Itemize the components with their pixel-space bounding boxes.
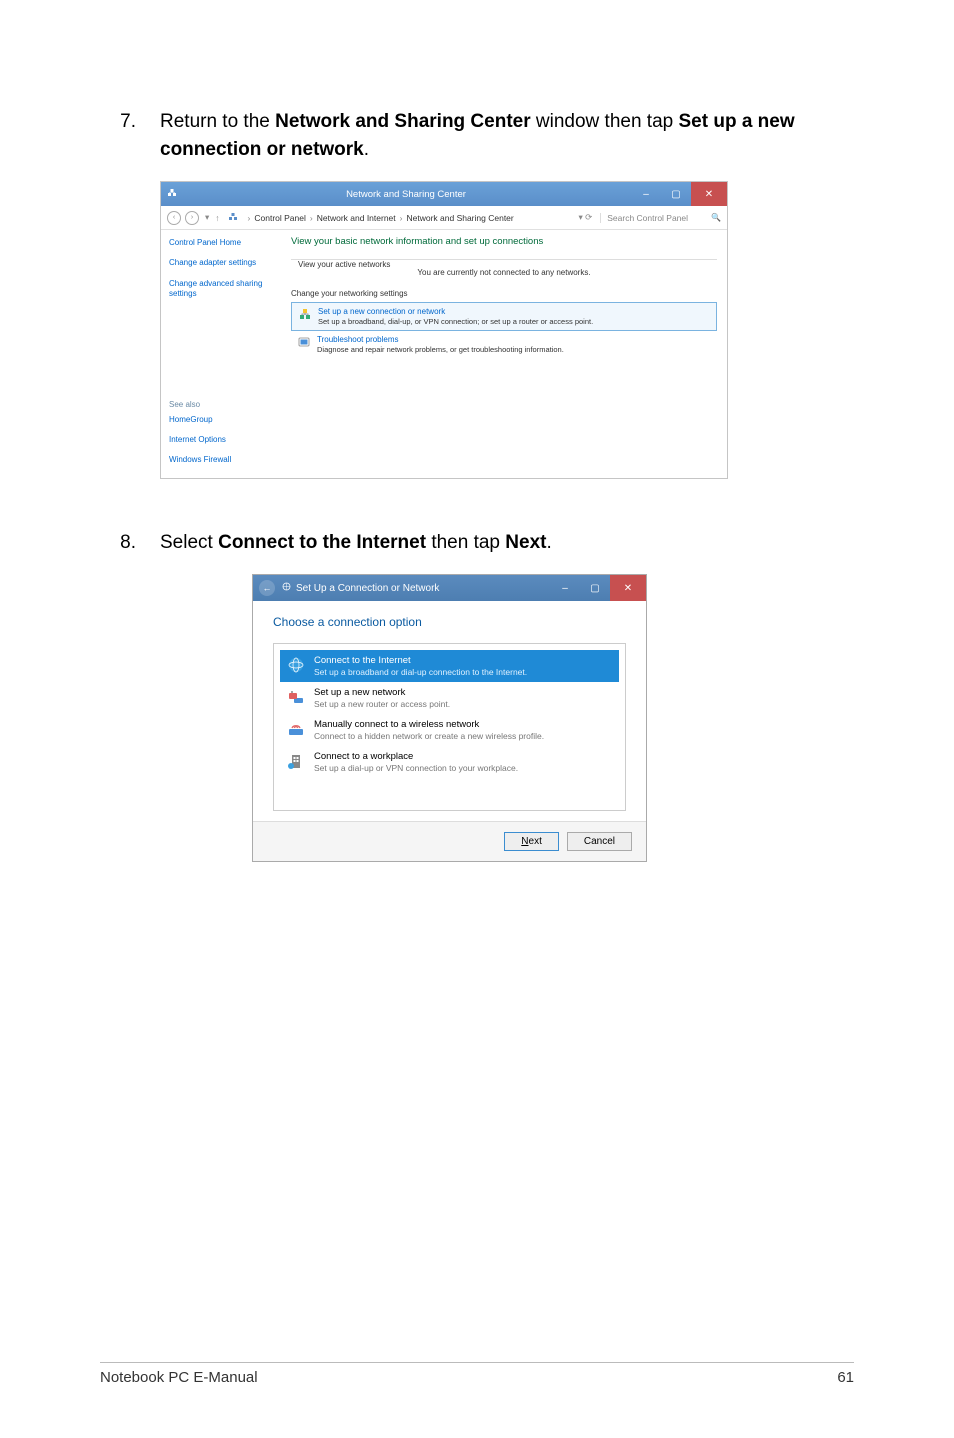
minimize-button[interactable]: – <box>631 182 661 206</box>
option-workplace[interactable]: Connect to a workplace Set up a dial-up … <box>280 746 619 778</box>
option-connect-internet-desc: Set up a broadband or dial-up connection… <box>314 667 527 677</box>
dialog-back-button[interactable]: ← <box>259 580 275 596</box>
footer-title: Notebook PC E-Manual <box>100 1369 258 1386</box>
step-8: 8. Select Connect to the Internet then t… <box>100 529 854 557</box>
router-icon <box>286 687 306 707</box>
window-buttons: – ▢ ✕ <box>631 182 727 206</box>
option-connect-internet-title: Connect to the Internet <box>314 655 527 666</box>
windows-firewall-link[interactable]: Windows Firewall <box>169 455 273 465</box>
breadcrumb-network-internet[interactable]: Network and Internet <box>317 213 396 223</box>
search-placeholder: Search Control Panel <box>607 213 688 223</box>
network-sharing-center-window: Network and Sharing Center – ▢ ✕ ‹ › ▾ ↑… <box>160 181 728 479</box>
up-button[interactable]: ↑ <box>215 213 219 223</box>
dialog-footer: Next Cancel <box>253 821 646 861</box>
option-new-network[interactable]: Set up a new network Set up a new router… <box>280 682 619 714</box>
page-footer: Notebook PC E-Manual 61 <box>100 1362 854 1386</box>
option-manual-wireless-desc: Connect to a hidden network or create a … <box>314 731 544 741</box>
control-panel-home-link[interactable]: Control Panel Home <box>169 238 273 248</box>
search-box[interactable]: Search Control Panel 🔍 <box>600 213 721 223</box>
dialog-close-button[interactable]: ✕ <box>610 575 646 601</box>
option-new-network-desc: Set up a new router or access point. <box>314 699 450 709</box>
building-icon <box>286 751 306 771</box>
refresh-icon[interactable]: ▾ ⟳ <box>574 212 596 223</box>
troubleshoot-title: Troubleshoot problems <box>317 335 564 344</box>
wireless-icon <box>286 719 306 739</box>
globe-icon <box>286 655 306 675</box>
homegroup-link[interactable]: HomeGroup <box>169 415 273 425</box>
recent-dropdown-icon[interactable]: ▾ <box>203 212 211 223</box>
troubleshoot-action[interactable]: Troubleshoot problems Diagnose and repai… <box>291 331 717 358</box>
search-icon: 🔍 <box>691 213 721 222</box>
setup-connection-icon <box>298 307 312 321</box>
dialog-minimize-button[interactable]: – <box>550 575 580 601</box>
option-connect-internet[interactable]: Connect to the Internet Set up a broadba… <box>280 650 619 682</box>
see-also-label: See also <box>169 400 273 409</box>
dialog-heading: Choose a connection option <box>273 615 626 629</box>
step-7-number: 7. <box>100 108 136 163</box>
internet-options-link[interactable]: Internet Options <box>169 435 273 445</box>
setup-connection-action[interactable]: Set up a new connection or network Set u… <box>291 302 717 331</box>
connection-options-list: Connect to the Internet Set up a broadba… <box>273 643 626 811</box>
troubleshoot-desc: Diagnose and repair network problems, or… <box>317 345 564 354</box>
setup-connection-desc: Set up a broadband, dial-up, or VPN conn… <box>318 317 593 326</box>
option-workplace-title: Connect to a workplace <box>314 751 518 762</box>
window-titlebar: Network and Sharing Center – ▢ ✕ <box>161 182 727 206</box>
step-7: 7. Return to the Network and Sharing Cen… <box>100 108 854 163</box>
setup-connection-dialog: ← Set Up a Connection or Network – ▢ ✕ C… <box>252 574 647 862</box>
next-button[interactable]: Next <box>504 832 559 851</box>
troubleshoot-icon <box>297 335 311 349</box>
step-8-number: 8. <box>100 529 136 557</box>
breadcrumb-network-sharing[interactable]: Network and Sharing Center <box>406 213 513 223</box>
window-title: Network and Sharing Center <box>181 189 631 200</box>
address-bar: ‹ › ▾ ↑ › Control Panel › Network and In… <box>161 206 727 230</box>
dialog-maximize-button[interactable]: ▢ <box>580 575 610 601</box>
back-button[interactable]: ‹ <box>167 211 181 225</box>
change-adapter-link[interactable]: Change adapter settings <box>169 258 273 268</box>
dialog-title: Set Up a Connection or Network <box>292 583 439 594</box>
option-manual-wireless[interactable]: Manually connect to a wireless network C… <box>280 714 619 746</box>
step-8-text: Select Connect to the Internet then tap … <box>160 529 854 557</box>
breadcrumb-control-panel[interactable]: Control Panel <box>254 213 306 223</box>
close-button[interactable]: ✕ <box>691 182 727 206</box>
breadcrumb[interactable]: › Control Panel › Network and Internet ›… <box>242 213 571 223</box>
maximize-button[interactable]: ▢ <box>661 182 691 206</box>
network-icon <box>167 188 177 201</box>
active-networks-label: View your active networks <box>295 260 393 269</box>
main-heading: View your basic network information and … <box>291 236 717 247</box>
option-manual-wireless-title: Manually connect to a wireless network <box>314 719 544 730</box>
not-connected-text: You are currently not connected to any n… <box>417 268 590 277</box>
step-7-text: Return to the Network and Sharing Center… <box>160 108 854 163</box>
change-advanced-sharing-link[interactable]: Change advanced sharing settings <box>169 279 273 300</box>
cancel-button[interactable]: Cancel <box>567 832 632 851</box>
forward-button[interactable]: › <box>185 211 199 225</box>
page-number: 61 <box>837 1369 854 1386</box>
option-new-network-title: Set up a new network <box>314 687 450 698</box>
dialog-title-icon <box>281 581 292 595</box>
setup-connection-title: Set up a new connection or network <box>318 307 593 316</box>
network-icon-small <box>224 212 238 224</box>
option-workplace-desc: Set up a dial-up or VPN connection to yo… <box>314 763 518 773</box>
main-content: View your basic network information and … <box>281 230 727 478</box>
change-networking-label: Change your networking settings <box>291 289 717 298</box>
dialog-titlebar: ← Set Up a Connection or Network – ▢ ✕ <box>253 575 646 601</box>
left-sidebar: Control Panel Home Change adapter settin… <box>161 230 281 478</box>
